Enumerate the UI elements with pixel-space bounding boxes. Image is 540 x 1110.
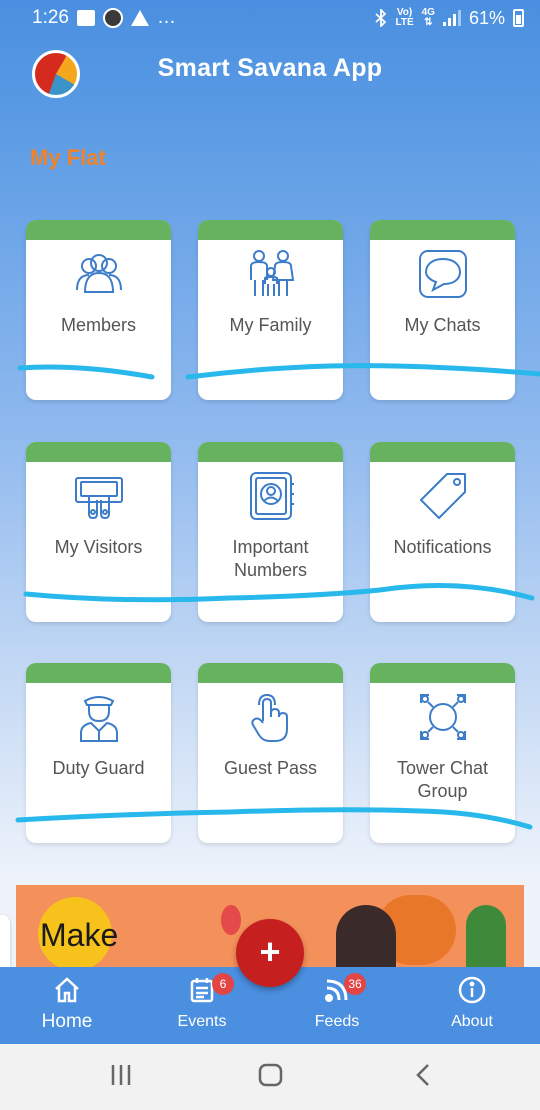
tile-tower-chat-group[interactable]: Tower Chat Group (370, 663, 515, 843)
tile-label: Duty Guard (52, 758, 145, 778)
tile-strip (370, 442, 515, 462)
app-title: Smart Savana App (157, 54, 383, 82)
contact-book-icon (198, 470, 343, 522)
volte-indicator: Vo) LTE (395, 7, 414, 28)
tile-strip (370, 220, 515, 240)
tile-strip (370, 663, 515, 683)
status-bar: 1:26 … Vo) LTE 4G ⇅ 61% (0, 0, 540, 36)
tile-label: Guest Pass (223, 758, 318, 778)
message-notification-icon (76, 10, 95, 26)
nav-events[interactable]: 6 Events (152, 973, 252, 1031)
feeds-badge: 36 (344, 973, 366, 995)
nav-label: Feeds (314, 1013, 360, 1030)
data-indicator: 4G ⇅ (421, 7, 435, 28)
tile-label: Notifications (393, 537, 492, 557)
system-navigation-bar (0, 1044, 540, 1110)
tile-strip (26, 442, 171, 462)
tile-guest-pass[interactable]: Guest Pass (198, 663, 343, 843)
tile-label: Members (60, 315, 136, 335)
battery-percent: 61% (468, 7, 505, 28)
tile-members[interactable]: Members (26, 220, 171, 400)
guard-icon (26, 691, 171, 743)
tile-my-chats[interactable]: My Chats (370, 220, 515, 400)
banner-illustration (221, 905, 241, 935)
chat-icon (370, 248, 515, 300)
group-icon (370, 691, 515, 743)
nav-about[interactable]: About (422, 975, 522, 1031)
tile-label: My Chats (404, 315, 481, 335)
tile-my-family[interactable]: My Family (198, 220, 343, 400)
events-badge: 6 (212, 973, 234, 995)
section-title: My Flat (30, 145, 106, 170)
tile-duty-guard[interactable]: Duty Guard (26, 663, 171, 843)
nav-home[interactable]: Home (17, 975, 117, 1033)
nav-label: Home (41, 1011, 93, 1032)
tile-label: Important Numbers (232, 537, 309, 580)
banner-illustration (466, 905, 506, 970)
more-notifications-indicator: … (156, 7, 176, 28)
banner-illustration (336, 905, 396, 970)
tile-strip (198, 442, 343, 462)
tile-label: Tower Chat Group (396, 758, 489, 801)
app-header: Smart Savana App (0, 40, 540, 110)
members-icon (26, 248, 171, 300)
tile-important-numbers[interactable]: Important Numbers (198, 442, 343, 622)
back-icon[interactable] (412, 1062, 434, 1088)
tile-strip (26, 663, 171, 683)
tile-strip (26, 220, 171, 240)
bluetooth-icon (375, 9, 387, 27)
add-fab-button[interactable]: + (236, 919, 304, 987)
nav-label: About (451, 1013, 493, 1030)
app-notification-icon (102, 8, 123, 28)
family-icon (198, 248, 343, 300)
visitors-icon (26, 470, 171, 522)
drive-notification-icon (130, 10, 149, 26)
nav-label: Events (177, 1013, 227, 1030)
tile-strip (198, 663, 343, 683)
battery-icon (513, 9, 524, 27)
nav-feeds[interactable]: 36 Feeds (287, 973, 387, 1031)
tap-hand-icon (198, 691, 343, 743)
banner-text: Make (40, 917, 119, 953)
tile-label: My Family (229, 315, 312, 335)
status-time: 1:26 (32, 7, 69, 28)
tile-my-visitors[interactable]: My Visitors (26, 442, 171, 622)
recent-apps-icon[interactable] (108, 1062, 134, 1088)
home-button-icon[interactable] (257, 1062, 285, 1088)
signal-strength-icon (442, 10, 461, 26)
tile-label: My Visitors (54, 537, 143, 557)
info-icon (458, 976, 486, 1004)
tag-icon (370, 470, 515, 522)
tile-strip (198, 220, 343, 240)
tile-notifications[interactable]: Notifications (370, 442, 515, 622)
home-icon (55, 977, 79, 1003)
